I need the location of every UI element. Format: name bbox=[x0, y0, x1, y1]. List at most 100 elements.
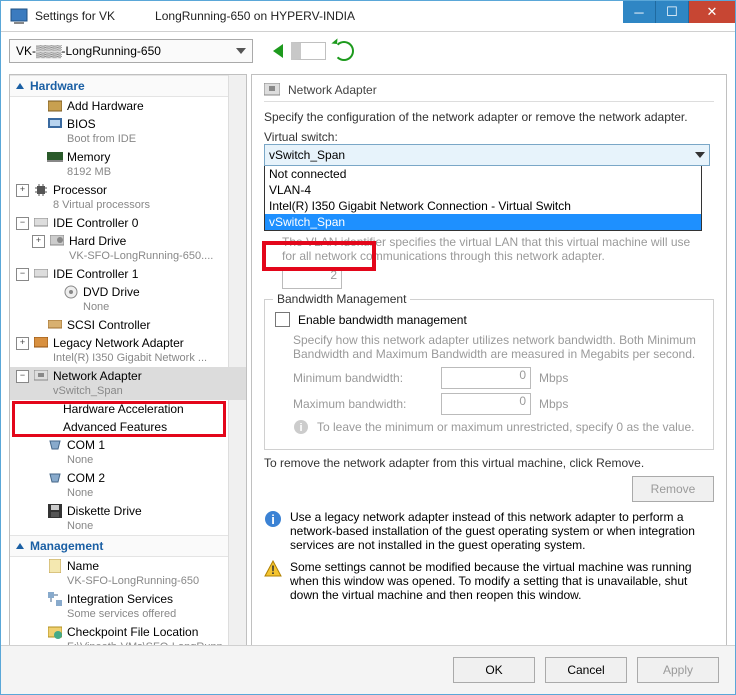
virtual-switch-label: Virtual switch: bbox=[264, 130, 714, 144]
maximize-button[interactable]: ☐ bbox=[656, 1, 689, 23]
svg-text:i: i bbox=[299, 422, 302, 434]
apply-button: Apply bbox=[637, 657, 719, 683]
legacy-nic-icon bbox=[33, 336, 49, 350]
info-icon: i bbox=[264, 510, 282, 528]
add-hardware-icon bbox=[47, 99, 63, 113]
diskette-icon bbox=[47, 504, 63, 518]
warning-icon: ! bbox=[264, 560, 282, 578]
remove-button: Remove bbox=[632, 476, 714, 502]
integration-icon bbox=[47, 592, 63, 606]
com-port-icon bbox=[47, 438, 63, 452]
combo-value: vSwitch_Span bbox=[269, 148, 345, 162]
minimize-button[interactable]: ─ bbox=[623, 1, 656, 23]
scsi-icon bbox=[47, 318, 63, 332]
collapse-icon bbox=[16, 83, 24, 89]
panel-title: Network Adapter bbox=[288, 83, 377, 97]
controller-icon bbox=[33, 267, 49, 281]
management-section-header[interactable]: Management bbox=[10, 535, 246, 557]
svg-text:i: i bbox=[271, 512, 275, 527]
titlebar: Settings for VK LongRunning-650 on HYPER… bbox=[1, 1, 735, 32]
collapse-icon[interactable]: − bbox=[16, 370, 29, 383]
tree-legacy-network-adapter[interactable]: +Legacy Network AdapterIntel(R) I350 Gig… bbox=[10, 334, 246, 367]
close-button[interactable]: ✕ bbox=[689, 1, 735, 23]
tree-com2[interactable]: COM 2None bbox=[10, 469, 246, 502]
tree-name[interactable]: NameVK-SFO-LongRunning-650 bbox=[10, 557, 246, 590]
tree-scsi-controller[interactable]: SCSI Controller bbox=[10, 316, 246, 334]
tree-integration-services[interactable]: Integration ServicesSome services offere… bbox=[10, 590, 246, 623]
window-title-2: LongRunning-650 on HYPERV-INDIA bbox=[155, 9, 623, 23]
svg-text:!: ! bbox=[271, 563, 275, 577]
toolbar: VK-▒▒▒-LongRunning-650 bbox=[1, 32, 735, 70]
refresh-button[interactable] bbox=[334, 41, 354, 61]
dialog-button-bar: OK Cancel Apply bbox=[1, 645, 735, 694]
bios-icon bbox=[47, 117, 63, 131]
tree-hard-drive[interactable]: +Hard DriveVK-SFO-LongRunning-650.... bbox=[10, 232, 246, 265]
tree-com1[interactable]: COM 1None bbox=[10, 436, 246, 469]
tree-advanced-features[interactable]: Advanced Features bbox=[10, 418, 246, 436]
tree-ide-controller-1[interactable]: −IDE Controller 1 bbox=[10, 265, 246, 283]
expand-icon[interactable]: + bbox=[16, 184, 29, 197]
expand-icon[interactable]: + bbox=[16, 337, 29, 350]
unit-label: Mbps bbox=[539, 397, 568, 411]
cancel-button[interactable]: Cancel bbox=[545, 657, 627, 683]
bandwidth-group: Bandwidth Management Enable bandwidth ma… bbox=[264, 299, 714, 450]
tree-add-hardware[interactable]: Add Hardware bbox=[10, 97, 246, 115]
collapse-icon bbox=[16, 543, 24, 549]
processor-icon bbox=[33, 183, 49, 197]
min-bandwidth-label: Minimum bandwidth: bbox=[293, 371, 433, 385]
remove-note: To remove the network adapter from this … bbox=[264, 456, 714, 470]
vm-selector-dropdown[interactable]: VK-▒▒▒-LongRunning-650 bbox=[9, 39, 253, 63]
settings-tree: Hardware Add Hardware BIOSBoot from IDE … bbox=[9, 74, 247, 674]
tree-bios[interactable]: BIOSBoot from IDE bbox=[10, 115, 246, 148]
window-title-1: Settings for VK bbox=[35, 9, 155, 23]
ok-button[interactable]: OK bbox=[453, 657, 535, 683]
nic-icon bbox=[33, 369, 49, 383]
enable-bandwidth-checkbox[interactable] bbox=[275, 312, 290, 327]
bandwidth-note: Specify how this network adapter utilize… bbox=[293, 333, 703, 361]
warning-text: Some settings cannot be modified because… bbox=[290, 560, 714, 602]
tree-dvd-drive[interactable]: DVD DriveNone bbox=[10, 283, 246, 316]
min-bandwidth-input: 0 bbox=[441, 367, 531, 389]
option-vlan-4[interactable]: VLAN-4 bbox=[265, 182, 701, 198]
highlight-annotation bbox=[262, 241, 376, 271]
nic-icon bbox=[264, 83, 280, 97]
tree-processor[interactable]: +Processor8 Virtual processors bbox=[10, 181, 246, 214]
tree-network-adapter[interactable]: −Network AdaptervSwitch_Span bbox=[10, 367, 246, 400]
vm-selector-value: VK-▒▒▒-LongRunning-650 bbox=[16, 44, 161, 58]
info-text: Use a legacy network adapter instead of … bbox=[290, 510, 714, 552]
max-bandwidth-label: Maximum bandwidth: bbox=[293, 397, 433, 411]
tree-hardware-acceleration[interactable]: Hardware Acceleration bbox=[10, 400, 246, 418]
network-adapter-panel: Network Adapter Specify the configuratio… bbox=[251, 74, 727, 674]
bandwidth-legend: Bandwidth Management bbox=[273, 292, 410, 306]
chevron-down-icon bbox=[695, 152, 705, 158]
app-icon bbox=[9, 6, 29, 26]
option-intel-i350[interactable]: Intel(R) I350 Gigabit Network Connection… bbox=[265, 198, 701, 214]
nav-forward-button bbox=[291, 42, 326, 60]
tree-ide-controller-0[interactable]: −IDE Controller 0 bbox=[10, 214, 246, 232]
settings-window: Settings for VK LongRunning-650 on HYPER… bbox=[0, 0, 736, 695]
hardware-section-header[interactable]: Hardware bbox=[10, 75, 246, 97]
option-not-connected[interactable]: Not connected bbox=[265, 166, 701, 182]
info-icon: i bbox=[293, 419, 309, 435]
chevron-down-icon bbox=[236, 48, 246, 54]
hard-drive-icon bbox=[49, 234, 65, 248]
panel-description: Specify the configuration of the network… bbox=[264, 110, 714, 124]
unit-label: Mbps bbox=[539, 371, 568, 385]
checkpoint-icon bbox=[47, 625, 63, 639]
name-icon bbox=[47, 559, 63, 573]
controller-icon bbox=[33, 216, 49, 230]
tree-diskette-drive[interactable]: Diskette DriveNone bbox=[10, 502, 246, 535]
com-port-icon bbox=[47, 471, 63, 485]
nav-back-button[interactable] bbox=[273, 44, 283, 58]
collapse-icon[interactable]: − bbox=[16, 217, 29, 230]
dvd-icon bbox=[63, 285, 79, 299]
collapse-icon[interactable]: − bbox=[16, 268, 29, 281]
memory-icon bbox=[47, 150, 63, 164]
expand-icon[interactable]: + bbox=[32, 235, 45, 248]
tree-memory[interactable]: Memory8192 MB bbox=[10, 148, 246, 181]
virtual-switch-dropdown: Not connected VLAN-4 Intel(R) I350 Gigab… bbox=[264, 166, 702, 231]
enable-bandwidth-label: Enable bandwidth management bbox=[298, 313, 467, 327]
bandwidth-tip: To leave the minimum or maximum unrestri… bbox=[317, 420, 694, 434]
option-vswitch-span[interactable]: vSwitch_Span bbox=[265, 214, 701, 230]
virtual-switch-combo[interactable]: vSwitch_Span bbox=[264, 144, 710, 166]
